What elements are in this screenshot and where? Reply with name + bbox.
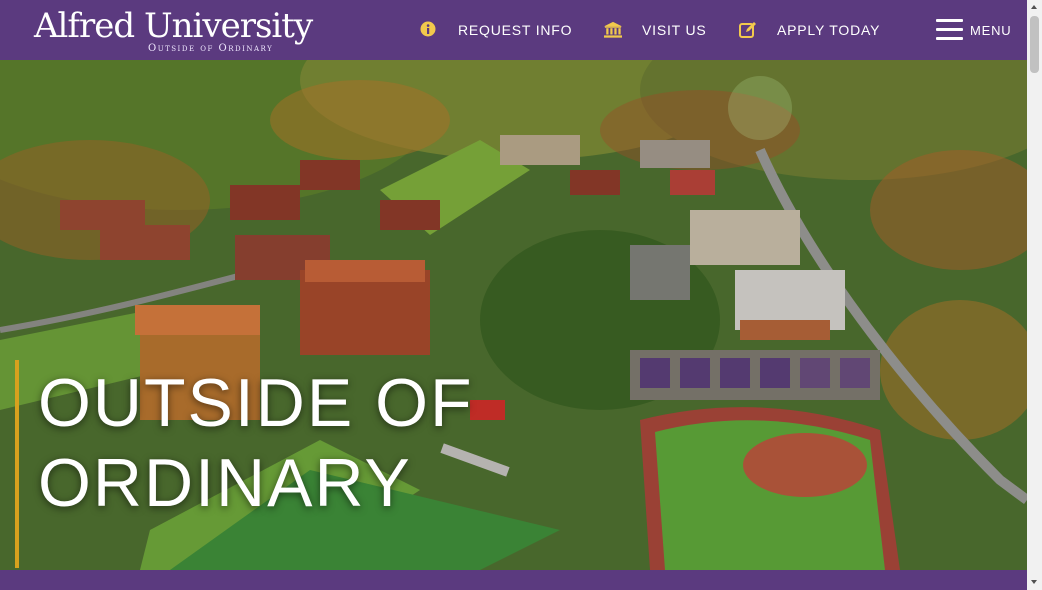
site-header: Alfred University Outside of Ordinary RE… xyxy=(0,0,1027,60)
visit-us-label: VISIT US xyxy=(642,22,707,38)
edit-pencil-icon xyxy=(739,21,757,39)
scroll-up-arrow[interactable] xyxy=(1027,0,1042,15)
page: Alfred University Outside of Ordinary RE… xyxy=(0,0,1027,590)
scroll-down-arrow[interactable] xyxy=(1027,575,1042,590)
university-logo[interactable]: Alfred University Outside of Ordinary xyxy=(34,6,313,58)
vertical-scrollbar[interactable] xyxy=(1027,0,1042,590)
hero-headline-line2: ORDINARY xyxy=(38,445,412,521)
university-building-icon xyxy=(604,21,622,39)
hero-headline-line1: OUTSIDE OF xyxy=(38,365,474,441)
footer-strip xyxy=(0,570,1027,590)
visit-us-link[interactable]: VISIT US xyxy=(604,18,707,42)
scroll-thumb[interactable] xyxy=(1030,16,1039,73)
apply-today-link[interactable]: APPLY TODAY xyxy=(739,18,880,42)
hero-headline: OUTSIDE OF ORDINARY xyxy=(38,363,474,523)
menu-label: MENU xyxy=(970,22,1012,38)
logo-tagline: Outside of Ordinary xyxy=(148,43,274,54)
request-info-label: REQUEST INFO xyxy=(458,22,573,38)
request-info-link[interactable]: REQUEST INFO xyxy=(420,18,572,42)
apply-today-label: APPLY TODAY xyxy=(777,22,881,38)
menu-button[interactable]: MENU xyxy=(936,18,1011,42)
hamburger-icon xyxy=(936,19,963,41)
hero-section: OUTSIDE OF ORDINARY xyxy=(0,60,1027,570)
logo-wordmark: Alfred University xyxy=(34,6,313,46)
info-circle-icon xyxy=(420,21,438,39)
headline-accent-bar xyxy=(15,360,19,568)
